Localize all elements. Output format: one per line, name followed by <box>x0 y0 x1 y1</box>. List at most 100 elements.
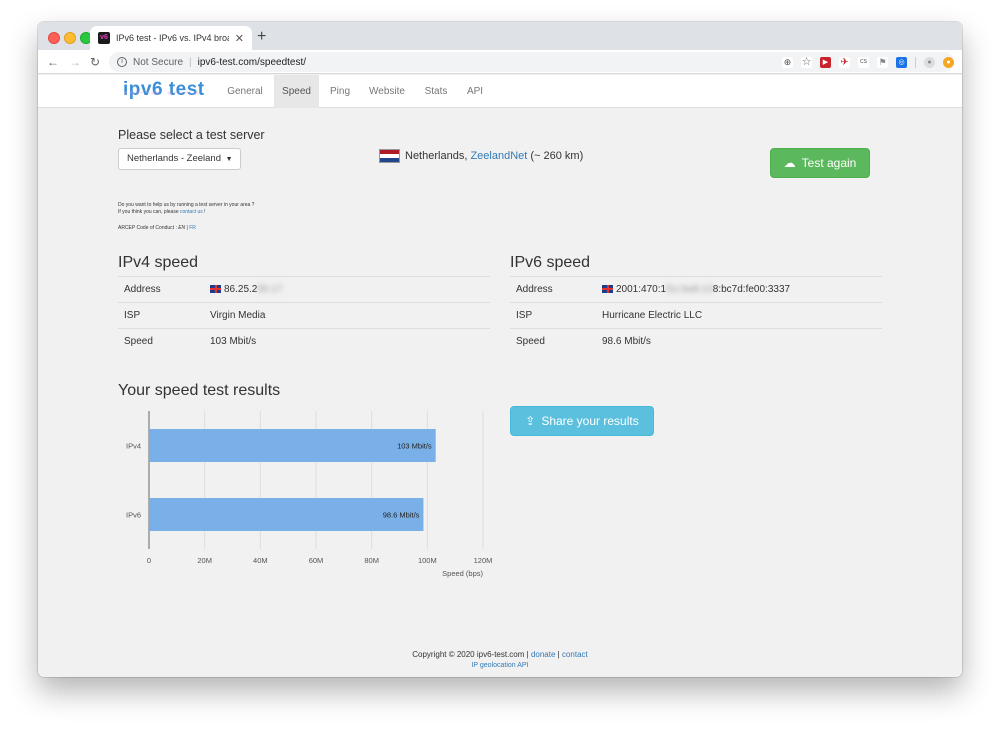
minimize-window-button[interactable] <box>64 32 76 44</box>
uk-flag-icon <box>210 285 221 293</box>
extension-orange-icon[interactable]: ● <box>943 56 954 68</box>
profile-avatar-icon[interactable]: ● <box>924 56 935 68</box>
contact-link[interactable]: contact <box>562 650 588 659</box>
coc-text: ARCEP Code of Conduct : EN | FR <box>118 225 196 232</box>
share-results-button[interactable]: ⇪ Share your results <box>510 406 654 436</box>
ipv4-table: Address 86.25.200.17 ISP Virgin Media Sp… <box>118 276 490 354</box>
new-tab-button[interactable]: + <box>257 29 266 45</box>
footer-geo: IP geolocation API <box>38 662 962 669</box>
browser-window: v6 IPv6 test - IPv6 vs. IPv4 broad ✕ + ←… <box>38 22 962 677</box>
ipv6-address-end: 8:bc7d:fe00:3337 <box>712 284 791 295</box>
ipv4-speed-label: Speed <box>124 336 153 347</box>
site-navbar: ipv6 test ipv6 test General Speed Ping W… <box>38 75 962 108</box>
bookmark-star-icon[interactable]: ☆ <box>801 56 812 68</box>
x-tick-label: 80M <box>364 556 379 565</box>
tab-close-icon[interactable]: ✕ <box>235 32 244 45</box>
help-text: Do you want to help us by running a test… <box>118 202 254 216</box>
back-arrow-icon[interactable]: ← <box>47 54 59 70</box>
share-results-label: Share your results <box>541 414 639 428</box>
geo-api-link[interactable]: IP geolocation API <box>471 662 528 669</box>
ipv4-speed-value: 103 Mbit/s <box>210 336 257 347</box>
translate-icon[interactable]: ⊕ <box>782 56 793 68</box>
reload-icon[interactable]: ↻ <box>90 54 100 70</box>
ipv6-address-label: Address <box>516 284 553 295</box>
x-axis-label: Speed (bps) <box>442 569 483 578</box>
nav-ping[interactable]: Ping <box>323 75 357 108</box>
ipv4-address-value: 86.25.200.17 <box>210 284 282 295</box>
ipv6-speed-row: Speed 98.6 Mbit/s <box>510 328 882 354</box>
omnibox-divider: | <box>189 56 192 68</box>
location-distance: (~ 260 km) <box>527 150 584 162</box>
ipv4-title: IPv4 speed <box>118 254 199 271</box>
test-again-label: Test again <box>801 156 857 170</box>
speed-chart: 0 20M 40M 60M 80M 100M 120M IPv4 103 Mbit/s IPv6 9… <box>126 411 493 578</box>
x-tick-label: 100M <box>418 556 437 565</box>
ipv4-speed-row: Speed 103 Mbit/s <box>118 328 490 354</box>
help-line-2-suffix: ! <box>202 209 206 215</box>
toolbar-divider <box>915 56 916 68</box>
netherlands-flag-icon <box>379 149 400 163</box>
page-content: ipv6 test ipv6 test General Speed Ping W… <box>38 75 962 677</box>
results-title: Your speed test results <box>118 382 281 399</box>
extension-csvln-icon[interactable]: CS <box>858 56 869 68</box>
x-tick-label: 60M <box>309 556 324 565</box>
contact-us-link[interactable]: contact us <box>180 209 203 215</box>
ipv4-isp-value: Virgin Media <box>210 310 266 321</box>
server-location: Netherlands, ZeelandNet (~ 260 km) <box>405 150 583 162</box>
ipv6-table: Address 2001:470:1f1c:ba9:138:bc7d:fe00:… <box>510 276 882 354</box>
browser-tab[interactable]: v6 IPv6 test - IPv6 vs. IPv4 broad ✕ <box>90 26 252 50</box>
x-tick-label: 120M <box>474 556 493 565</box>
extension-bird-icon[interactable]: ✈ <box>839 56 850 68</box>
browser-toolbar: ← → ↻ i Not Secure | ipv6-test.com/speed… <box>38 50 962 74</box>
tab-title: IPv6 test - IPv6 vs. IPv4 broad <box>116 33 229 43</box>
server-heading: Please select a test server <box>118 128 265 142</box>
nav-website[interactable]: Website <box>363 75 411 108</box>
server-selected: Netherlands - Zeeland <box>127 153 221 164</box>
bar-ipv4 <box>149 429 436 462</box>
footer: Copyright © 2020 ipv6-test.com | donate … <box>38 650 962 659</box>
ipv4-address-blurred: 00.17 <box>257 284 283 295</box>
site-logo[interactable]: ipv6 test <box>123 79 205 101</box>
data-label: 103 Mbit/s <box>397 442 432 451</box>
ipv6-isp-value: Hurricane Electric LLC <box>602 310 703 321</box>
location-country: Netherlands, <box>405 150 471 162</box>
coc-prefix: ARCEP Code of Conduct : <box>118 225 179 231</box>
data-label: 98.6 Mbit/s <box>383 511 420 520</box>
donate-link[interactable]: donate <box>531 650 555 659</box>
ipv6-address-value: 2001:470:1f1c:ba9:138:bc7d:fe00:3337 <box>602 284 790 295</box>
caret-down-icon: ▼ <box>225 156 233 163</box>
logo-reflection: ipv6 test <box>123 92 200 97</box>
test-again-button[interactable]: ☁ Test again <box>770 148 870 178</box>
x-tick-label: 20M <box>197 556 212 565</box>
ipv6-speed-value: 98.6 Mbit/s <box>602 336 651 347</box>
nav-api[interactable]: API <box>460 75 490 108</box>
ipv6-address-blurred: f1c:ba9:13 <box>666 284 713 295</box>
ipv6-address-visible: 2001:470:1 <box>616 284 667 295</box>
info-icon[interactable]: i <box>117 57 127 67</box>
uk-flag-icon <box>602 285 613 293</box>
help-line-2: If you think you can, please contact us … <box>118 209 254 216</box>
forward-arrow-icon[interactable]: → <box>69 54 81 70</box>
server-dropdown[interactable]: Netherlands - Zeeland ▼ <box>118 148 241 170</box>
share-icon: ⇪ <box>525 414 536 428</box>
isp-link[interactable]: ZeelandNet <box>470 150 527 162</box>
nav-general[interactable]: General <box>221 75 269 108</box>
category-label: IPv6 <box>126 511 141 520</box>
ipv6-address-row: Address 2001:470:1f1c:ba9:138:bc7d:fe00:… <box>510 276 882 302</box>
ipv6-isp-label: ISP <box>516 310 533 321</box>
extension-icons: ⊕ ☆ ▶ ✈ CS ⚑ ◎ ● ● <box>782 52 954 72</box>
nav-speed[interactable]: Speed <box>274 75 319 108</box>
extension-red-icon[interactable]: ▶ <box>820 56 831 68</box>
coc-fr-link[interactable]: FR <box>189 225 196 231</box>
x-tick-label: 40M <box>253 556 268 565</box>
cloud-upload-icon: ☁ <box>783 156 796 170</box>
ipv4-address-visible: 86.25.2 <box>224 284 258 295</box>
flag-icon[interactable]: ⚑ <box>877 56 888 68</box>
ipv6-title: IPv6 speed <box>510 254 591 271</box>
url-text[interactable]: ipv6-test.com/speedtest/ <box>198 57 306 68</box>
extension-blue-icon[interactable]: ◎ <box>896 56 907 68</box>
footer-copyright: Copyright © 2020 ipv6-test.com <box>412 650 525 659</box>
close-window-button[interactable] <box>48 32 60 44</box>
ipv6-isp-row: ISP Hurricane Electric LLC <box>510 302 882 328</box>
nav-stats[interactable]: Stats <box>418 75 454 108</box>
